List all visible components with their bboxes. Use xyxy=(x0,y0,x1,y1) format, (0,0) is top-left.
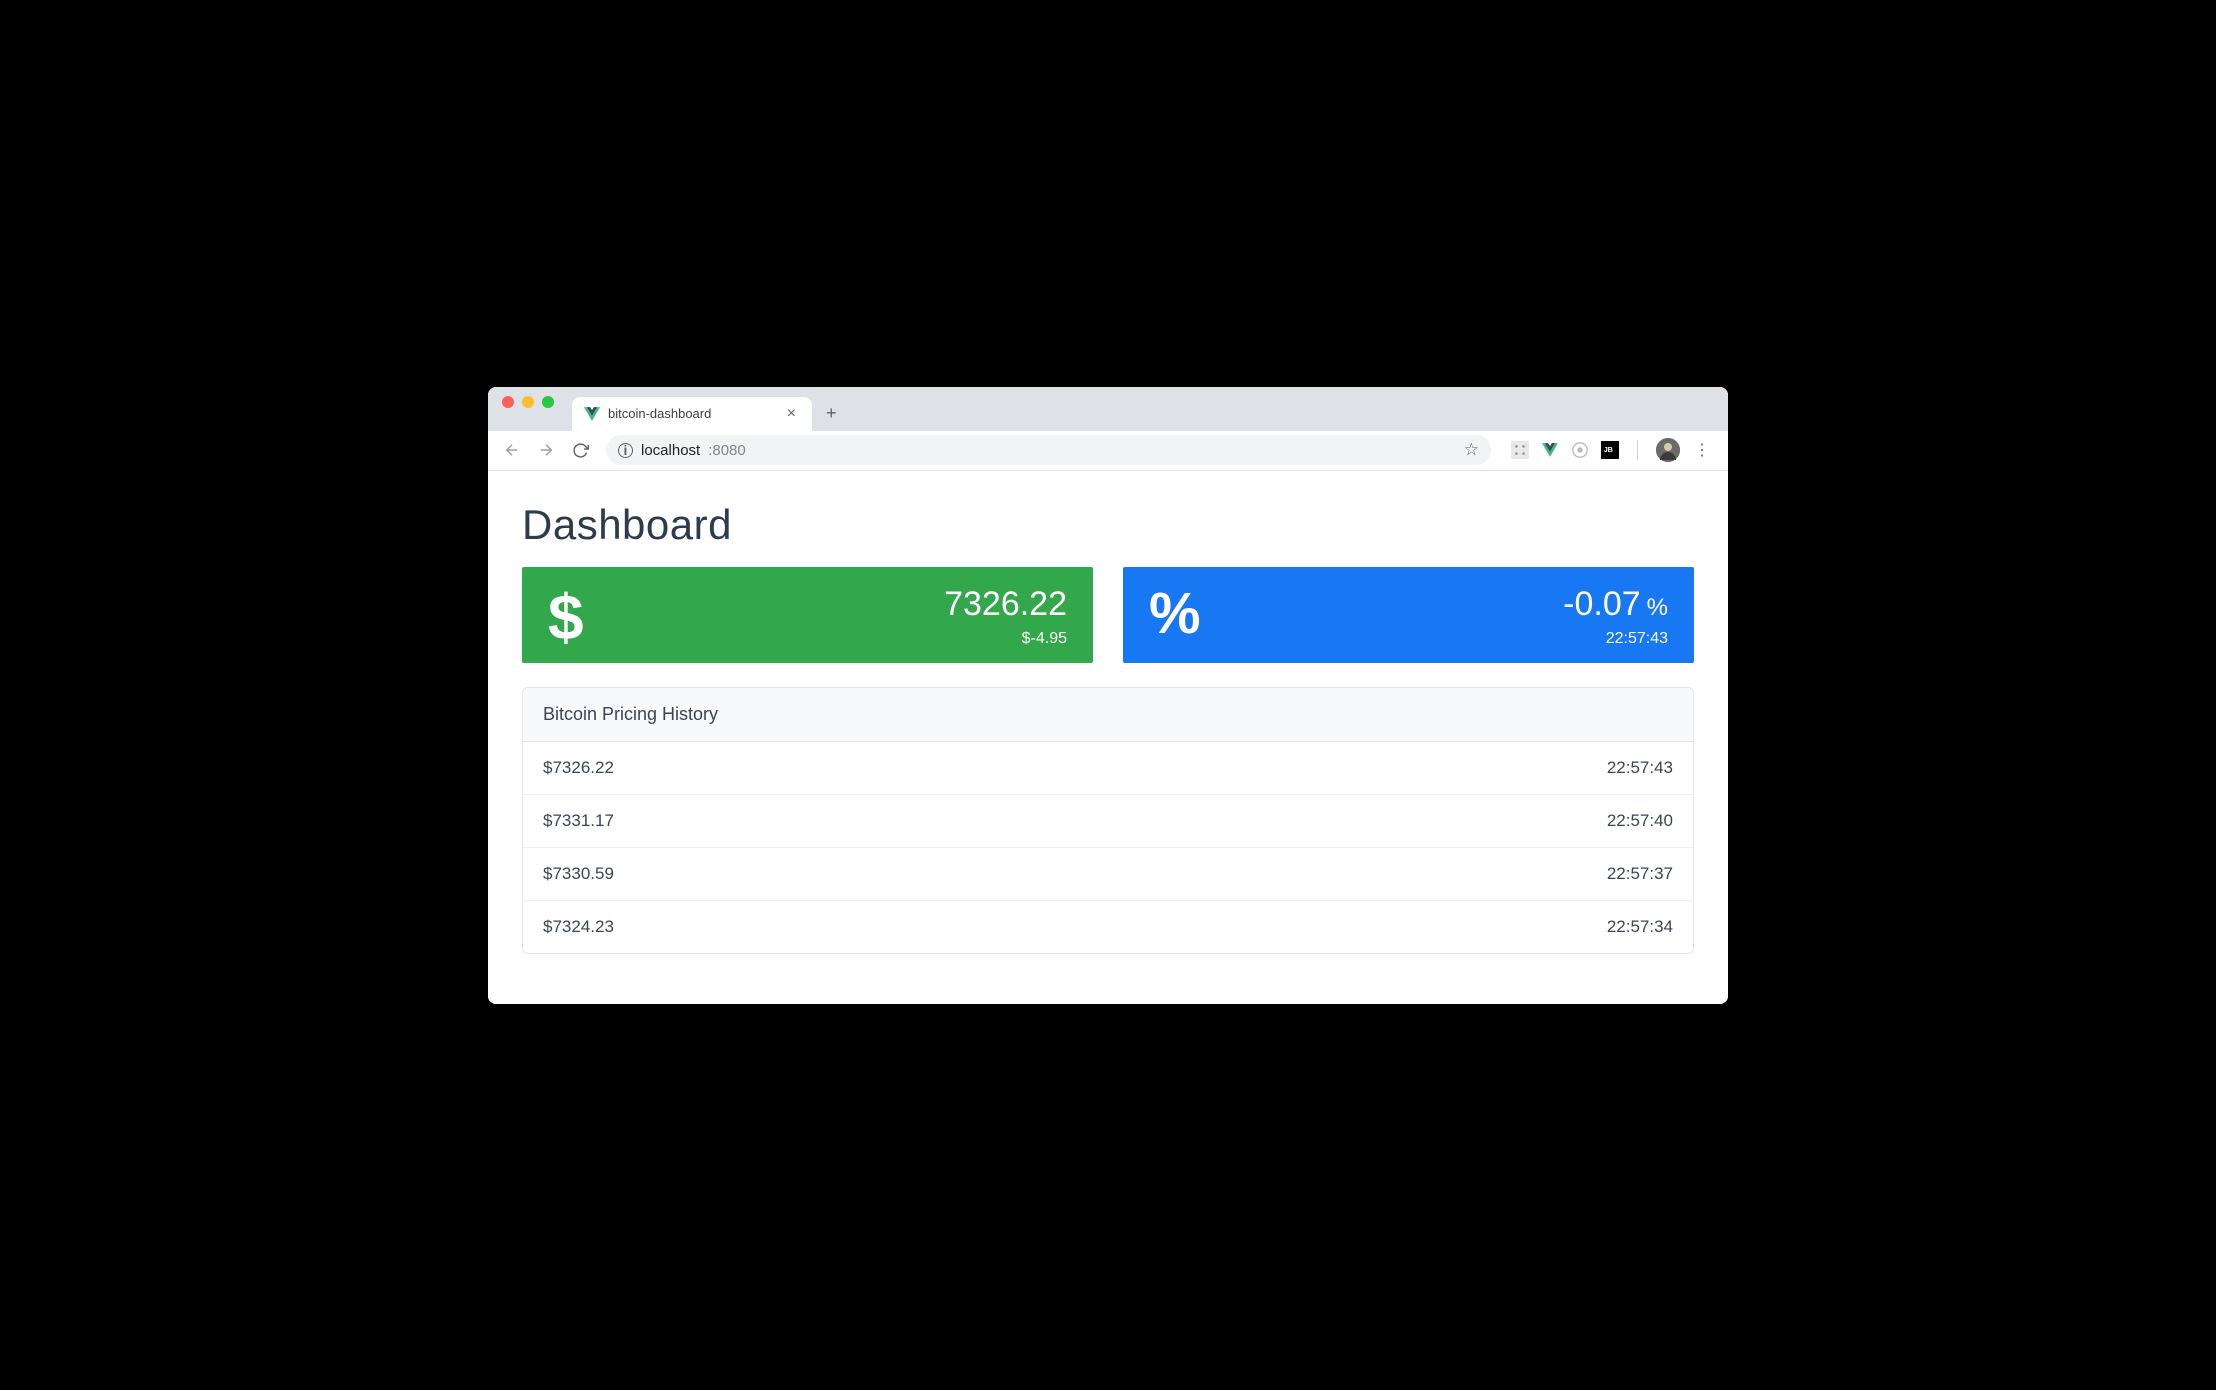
browser-toolbar: i localhost :8080 ☆ JB ⋮ xyxy=(488,431,1728,471)
percent-card: % -0.07% 22:57:43 xyxy=(1123,567,1694,663)
percent-number: -0.07 xyxy=(1563,585,1641,623)
page-content: Dashboard $ 7326.22 $-4.95 % -0.07% 22:5… xyxy=(488,471,1728,1004)
history-panel: Bitcoin Pricing History $7326.22 22:57:43… xyxy=(522,687,1694,954)
percent-unit: % xyxy=(1647,594,1668,621)
window-controls xyxy=(502,387,572,431)
summary-cards: $ 7326.22 $-4.95 % -0.07% 22:57:43 xyxy=(522,567,1694,663)
tab-close-icon[interactable]: × xyxy=(783,405,800,423)
history-rows: $7326.22 22:57:43 $7331.17 22:57:40 $7330.59… xyxy=(523,742,1693,953)
address-bar[interactable]: i localhost :8080 ☆ xyxy=(606,435,1491,465)
history-title: Bitcoin Pricing History xyxy=(523,688,1693,742)
profile-avatar[interactable] xyxy=(1656,438,1680,462)
bookmark-star-icon[interactable]: ☆ xyxy=(1464,440,1479,460)
history-price: $7330.59 xyxy=(543,864,614,884)
browser-tab-strip: bitcoin-dashboard × + xyxy=(488,387,1728,431)
reload-button[interactable] xyxy=(566,436,594,464)
browser-menu-button[interactable]: ⋮ xyxy=(1686,440,1718,460)
history-row: $7324.23 22:57:34 xyxy=(523,901,1693,953)
history-price: $7326.22 xyxy=(543,758,614,778)
forward-button[interactable] xyxy=(532,436,560,464)
page-title: Dashboard xyxy=(522,501,1694,549)
percent-time: 22:57:43 xyxy=(1563,630,1668,648)
history-time: 22:57:43 xyxy=(1607,758,1673,778)
new-tab-button[interactable]: + xyxy=(812,397,851,431)
window-close-button[interactable] xyxy=(502,396,514,408)
extension-icon[interactable] xyxy=(1571,441,1589,459)
history-time: 22:57:37 xyxy=(1607,864,1673,884)
window-zoom-button[interactable] xyxy=(542,396,554,408)
history-price: $7331.17 xyxy=(543,811,614,831)
url-host: localhost xyxy=(641,442,700,459)
window-minimize-button[interactable] xyxy=(522,396,534,408)
dollar-icon: $ xyxy=(548,585,584,649)
price-card-body: 7326.22 $-4.95 xyxy=(944,585,1067,648)
vue-favicon-icon xyxy=(584,406,600,422)
back-button[interactable] xyxy=(498,436,526,464)
site-info-icon[interactable]: i xyxy=(618,443,633,458)
history-row: $7330.59 22:57:37 xyxy=(523,848,1693,901)
toolbar-separator xyxy=(1637,440,1638,460)
browser-window: bitcoin-dashboard × + i localhost :8080 ☆ xyxy=(488,387,1728,1004)
price-value: 7326.22 xyxy=(944,585,1067,624)
price-delta: $-4.95 xyxy=(944,630,1067,648)
history-time: 22:57:34 xyxy=(1607,917,1673,937)
history-row: $7331.17 22:57:40 xyxy=(523,795,1693,848)
history-row: $7326.22 22:57:43 xyxy=(523,742,1693,795)
percent-card-body: -0.07% 22:57:43 xyxy=(1563,585,1668,648)
jetbrains-extension-icon[interactable]: JB xyxy=(1601,441,1619,459)
history-time: 22:57:40 xyxy=(1607,811,1673,831)
tab-title: bitcoin-dashboard xyxy=(608,406,775,421)
browser-tab[interactable]: bitcoin-dashboard × xyxy=(572,397,812,431)
svg-text:JB: JB xyxy=(1604,445,1613,454)
vue-devtools-icon[interactable] xyxy=(1541,441,1559,459)
percent-value: -0.07% xyxy=(1563,585,1668,624)
extension-icons: JB xyxy=(1503,441,1627,459)
price-card: $ 7326.22 $-4.95 xyxy=(522,567,1093,663)
percent-icon: % xyxy=(1149,585,1201,643)
url-port: :8080 xyxy=(708,442,746,459)
extension-icon[interactable] xyxy=(1511,441,1529,459)
history-price: $7324.23 xyxy=(543,917,614,937)
